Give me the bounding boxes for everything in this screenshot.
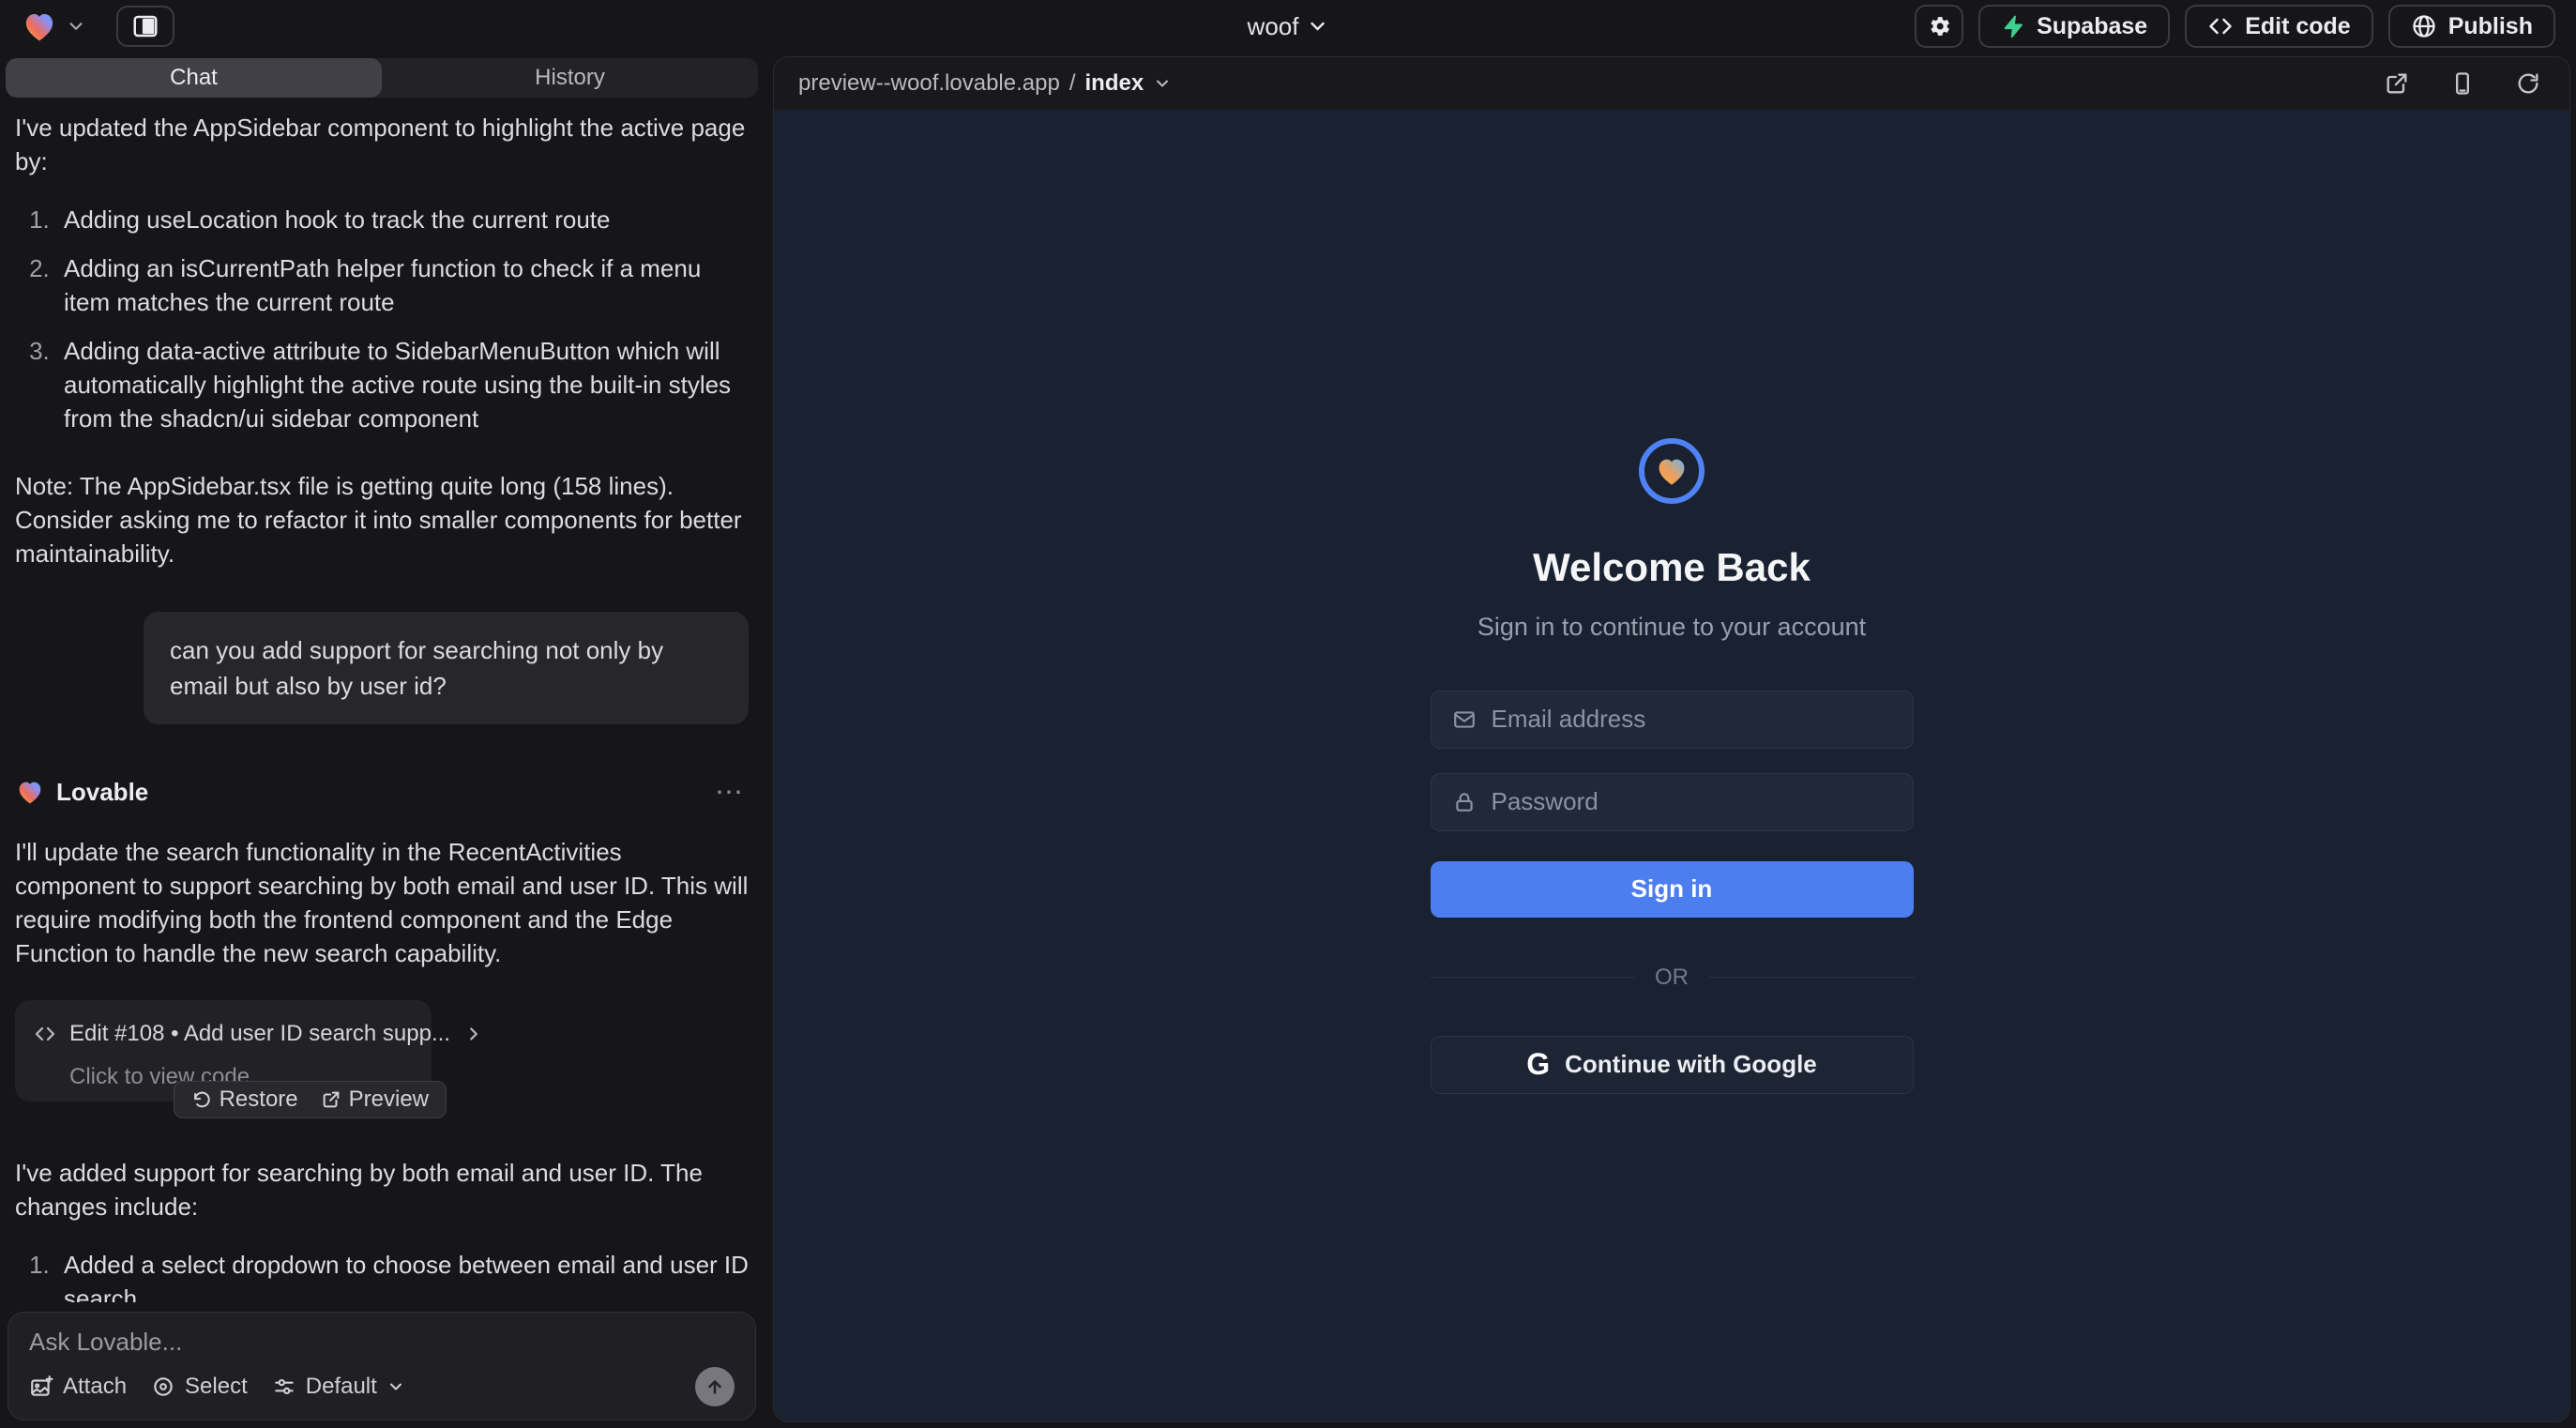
message-menu-button[interactable]: ⋯ (709, 776, 749, 809)
preview-button[interactable]: Preview (310, 1082, 440, 1117)
mode-selector[interactable]: Default (272, 1374, 405, 1400)
chat-history-tabs: Chat History (6, 58, 758, 98)
edit-code-label: Edit code (2245, 13, 2351, 40)
edit-code-button[interactable]: Edit code (2185, 5, 2373, 48)
email-input[interactable] (1492, 705, 1892, 734)
topbar: woof Supabase Edit code (0, 0, 2576, 53)
assistant-summary-list: Added a select dropdown to choose betwee… (15, 1248, 749, 1302)
sign-in-button[interactable]: Sign in (1431, 861, 1914, 918)
email-field (1431, 691, 1914, 749)
assistant-header: Lovable ⋯ (15, 775, 749, 809)
restore-button[interactable]: Restore (180, 1082, 310, 1117)
preview-panel: preview--woof.lovable.app / index (773, 56, 2570, 1422)
attach-label: Attach (63, 1374, 127, 1400)
list-item: Adding useLocation hook to track the cur… (56, 203, 749, 236)
tab-history[interactable]: History (382, 58, 758, 98)
gear-icon (1926, 13, 1952, 39)
sidebar-toggle-button[interactable] (116, 6, 174, 47)
select-label: Select (185, 1374, 248, 1400)
select-element-button[interactable]: Select (151, 1374, 248, 1400)
refresh-button[interactable] (2511, 67, 2545, 100)
chat-message-list[interactable]: I've updated the AppSidebar component to… (0, 98, 764, 1302)
divider-line (1709, 977, 1914, 978)
globe-icon (2411, 13, 2437, 39)
assistant-intro-text: I've updated the AppSidebar component to… (15, 111, 749, 178)
supabase-button[interactable]: Supabase (1978, 5, 2170, 48)
google-sign-in-button[interactable]: G Continue with Google (1431, 1036, 1914, 1094)
login-card: Welcome Back Sign in to continue to your… (1431, 438, 1914, 1094)
project-name: woof (1248, 12, 1299, 41)
chevron-right-icon (463, 1024, 484, 1044)
publish-label: Publish (2448, 13, 2533, 40)
sliders-icon (272, 1375, 296, 1399)
or-divider: OR (1431, 965, 1914, 991)
preview-page: index (1084, 70, 1144, 97)
restore-label: Restore (220, 1086, 298, 1113)
password-field (1431, 773, 1914, 831)
external-link-icon (321, 1089, 341, 1110)
google-g-icon: G (1526, 1047, 1550, 1082)
lovable-logo-menu[interactable] (21, 8, 86, 45)
target-icon (151, 1375, 175, 1399)
chevron-down-icon (1153, 74, 1172, 93)
mobile-phone-icon (2449, 70, 2476, 97)
attach-image-icon (29, 1375, 53, 1399)
chevron-down-icon (66, 16, 86, 37)
edit-card-title: Edit #108 • Add user ID search supp... (69, 1017, 450, 1051)
assistant-summary-intro: I've added support for searching by both… (15, 1156, 749, 1223)
chat-input[interactable] (29, 1328, 735, 1367)
preview-header: preview--woof.lovable.app / index (774, 57, 2569, 110)
preview-label: Preview (349, 1086, 429, 1113)
refresh-icon (2515, 70, 2541, 97)
list-item: Adding data-active attribute to SidebarM… (56, 334, 749, 435)
external-link-icon (2384, 70, 2410, 97)
preview-domain: preview--woof.lovable.app (798, 70, 1060, 97)
code-icon (2207, 13, 2234, 39)
attach-button[interactable]: Attach (29, 1374, 127, 1400)
edit-card-actions: Restore Preview (174, 1081, 447, 1118)
assistant-change-list: Adding useLocation hook to track the cur… (15, 203, 749, 435)
list-item: Adding an isCurrentPath helper function … (56, 251, 749, 319)
preview-viewport: Welcome Back Sign in to continue to your… (774, 110, 2569, 1421)
send-button[interactable] (695, 1367, 735, 1406)
preview-url-bar[interactable]: preview--woof.lovable.app / index (798, 70, 1172, 97)
assistant-note-text: Note: The AppSidebar.tsx file is getting… (15, 469, 749, 570)
list-item: Added a select dropdown to choose betwee… (56, 1248, 749, 1302)
mail-icon (1452, 707, 1477, 732)
password-input[interactable] (1492, 787, 1892, 816)
mobile-view-button[interactable] (2446, 67, 2479, 100)
user-message-bubble: can you add support for searching not on… (144, 612, 749, 724)
arrow-up-icon (705, 1376, 725, 1397)
assistant-name: Lovable (56, 775, 148, 809)
login-subtitle: Sign in to continue to your account (1477, 613, 1866, 642)
publish-button[interactable]: Publish (2388, 5, 2555, 48)
supabase-bolt-icon (2001, 14, 2025, 38)
lovable-heart-icon (21, 8, 58, 45)
chat-panel: Chat History I've updated the AppSidebar… (0, 53, 764, 1428)
lock-icon (1452, 790, 1477, 814)
settings-button[interactable] (1915, 5, 1963, 48)
supabase-label: Supabase (2037, 13, 2147, 40)
divider-line (1431, 977, 1635, 978)
chevron-down-icon (1306, 15, 1328, 38)
project-switcher[interactable]: woof (1248, 12, 1329, 41)
mode-label: Default (306, 1374, 377, 1400)
chevron-down-icon (386, 1377, 405, 1396)
panel-left-icon (131, 12, 159, 40)
restore-icon (191, 1089, 212, 1110)
edit-card-wrap: Edit #108 • Add user ID search supp... C… (15, 1000, 432, 1118)
google-button-label: Continue with Google (1565, 1050, 1817, 1079)
composer: Attach Select Default (8, 1312, 756, 1420)
lovable-heart-icon (15, 777, 45, 807)
assistant-plan-text: I'll update the search functionality in … (15, 835, 749, 970)
app-logo (1639, 438, 1705, 504)
tab-chat[interactable]: Chat (6, 58, 382, 98)
open-in-new-tab-button[interactable] (2380, 67, 2414, 100)
login-title: Welcome Back (1533, 545, 1811, 590)
code-icon (34, 1023, 56, 1045)
divider-label: OR (1655, 965, 1689, 991)
url-separator: / (1069, 70, 1076, 97)
